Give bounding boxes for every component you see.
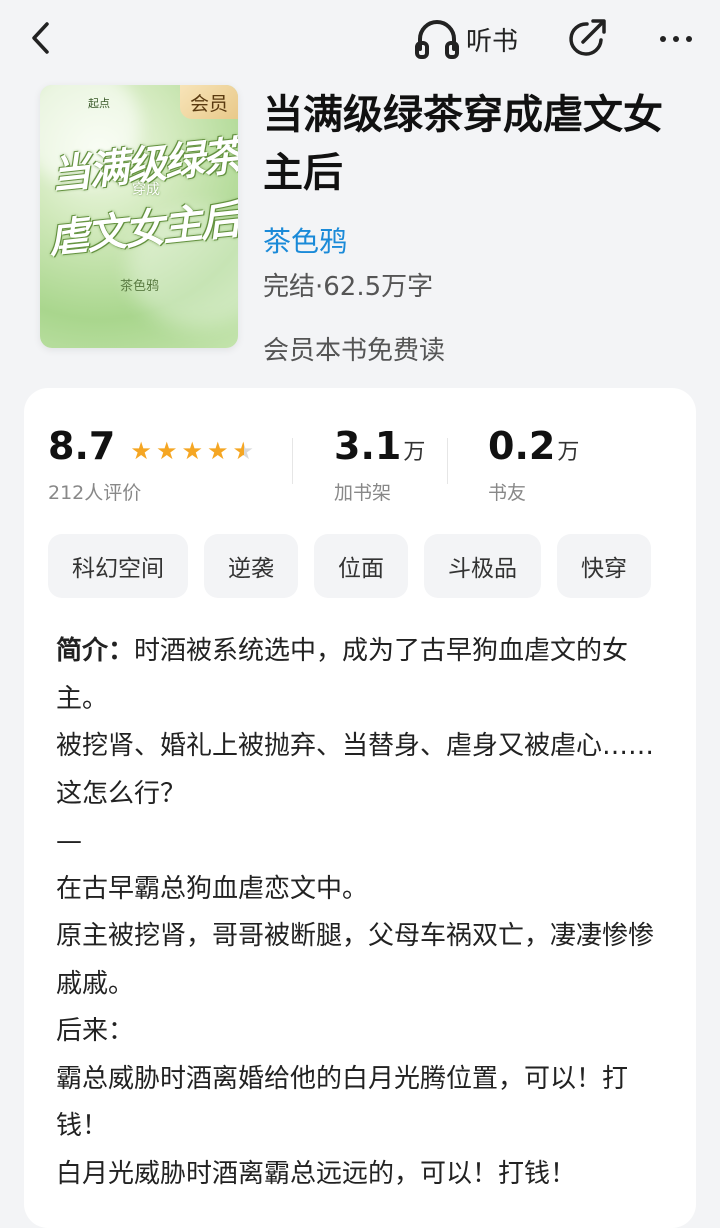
book-meta: 完结·62.5万字	[263, 272, 434, 302]
cover-author: 茶色鸦	[120, 279, 160, 294]
share-button[interactable]	[565, 16, 609, 60]
intro-line: 时酒被系统选中，成为了古早狗血虐文的女主。	[56, 636, 629, 714]
book-info-card: 8.7 ★ ★ ★ ★ ★ 212人评价 3.1万 加书架 0.2万 书友 科幻…	[24, 388, 696, 1228]
author-link[interactable]: 茶色鸦	[263, 220, 347, 260]
shelf-unit: 万	[403, 440, 426, 465]
intro-line: 在古早霸总狗血虐恋文中。	[56, 873, 369, 904]
tag-chip[interactable]: 斗极品	[424, 534, 541, 598]
chevron-left-icon	[32, 22, 49, 54]
fans-label: 书友	[488, 482, 527, 504]
intro-line: 白月光威胁时酒离霸总远远的，可以！打钱！	[56, 1158, 577, 1189]
rating-stars: ★ ★ ★ ★ ★	[130, 439, 254, 463]
share-icon	[569, 19, 606, 56]
shelf-label: 加书架	[334, 482, 392, 504]
top-bar: 听书	[0, 0, 720, 78]
book-cover[interactable]: 起点 当满级绿茶 穿成 虐文女主后 茶色鸦 会员	[40, 85, 238, 348]
tag-chip[interactable]: 科幻空间	[48, 534, 188, 598]
more-button[interactable]	[654, 22, 698, 56]
book-intro[interactable]: 简介：时酒被系统选中，成为了古早狗血虐文的女主。 被挖肾、婚礼上被抛弃、当替身、…	[56, 628, 656, 1198]
rating-value: 8.7	[48, 424, 116, 468]
book-title: 当满级绿茶穿成虐文女主后	[263, 92, 663, 196]
tag-chip[interactable]: 快穿	[557, 534, 651, 598]
shelf-stat: 3.1万 加书架	[334, 424, 425, 505]
intro-line: —	[56, 826, 82, 856]
star-icon: ★	[130, 436, 152, 465]
fans-count: 0.2	[488, 424, 556, 468]
intro-line: 后来：	[56, 1016, 135, 1046]
divider	[292, 438, 293, 484]
vip-free-read: 会员本书免费读	[263, 336, 446, 366]
tag-list: 科幻空间 逆袭 位面 斗极品 快穿	[48, 534, 696, 600]
star-icon: ★	[155, 436, 178, 465]
fans-unit: 万	[557, 440, 580, 465]
intro-line: 霸总威胁时酒离婚给他的白月光腾位置，可以！打钱！	[56, 1063, 629, 1142]
shelf-count: 3.1	[334, 424, 402, 468]
star-icon: ★	[206, 436, 229, 465]
listen-label: 听书	[466, 26, 519, 57]
cover-publisher: 起点	[88, 97, 110, 110]
listen-button[interactable]: 听书	[414, 18, 518, 60]
star-icon: ★	[181, 436, 203, 465]
vip-badge: 会员	[180, 85, 238, 119]
tag-chip[interactable]: 逆袭	[204, 534, 298, 598]
headphones-icon	[415, 20, 459, 59]
tag-chip[interactable]: 位面	[314, 534, 408, 598]
half-star-icon: ★	[232, 436, 254, 465]
intro-label: 简介：	[56, 636, 135, 666]
back-button[interactable]	[22, 18, 58, 58]
intro-line: 被挖肾、婚礼上被抛弃、当替身、虐身又被虐心……这怎么行？	[56, 731, 655, 809]
fans-stat[interactable]: 0.2万 书友	[488, 424, 579, 505]
more-icon	[660, 36, 666, 42]
rating-label: 212人评价	[48, 482, 142, 504]
divider	[447, 438, 448, 484]
rating-stat[interactable]: 8.7 ★ ★ ★ ★ ★ 212人评价	[48, 424, 254, 505]
intro-line: 原主被挖肾，哥哥被断腿，父母车祸双亡，凄凄惨惨戚戚。	[56, 921, 655, 999]
